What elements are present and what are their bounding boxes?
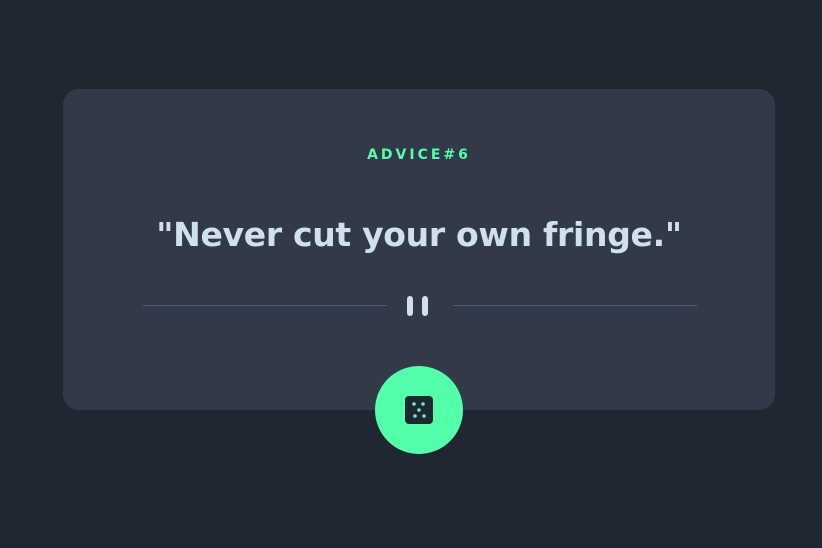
advice-number: ADVICE#6	[367, 147, 471, 163]
pause-icon	[406, 296, 434, 316]
dice-icon	[405, 396, 433, 424]
divider-line-right	[453, 305, 697, 306]
pause-bar-right	[422, 296, 428, 316]
divider-line-left	[143, 305, 387, 306]
advice-card: ADVICE#6 "Never cut your own fringe."	[63, 89, 775, 410]
divider	[143, 294, 697, 318]
advice-text: "Never cut your own fringe."	[156, 215, 682, 254]
pause-bar-left	[407, 296, 413, 316]
generate-advice-button[interactable]	[375, 366, 463, 454]
page: ADVICE#6 "Never cut your own fringe."	[0, 0, 822, 548]
